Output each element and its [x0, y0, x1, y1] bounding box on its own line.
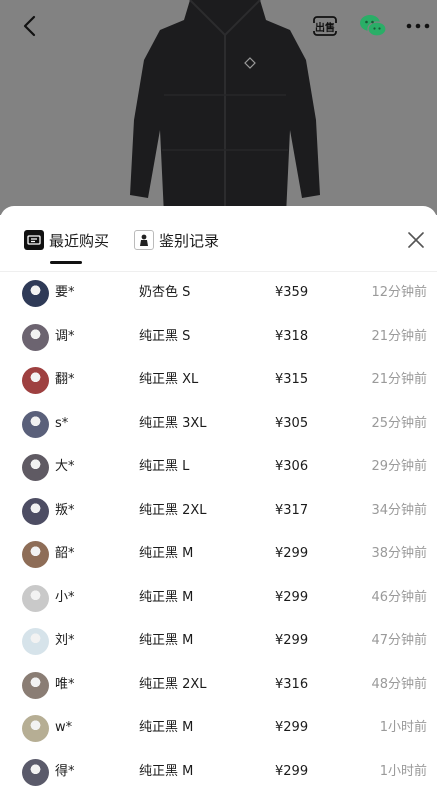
purchase-time: 1小时前 — [379, 720, 427, 735]
product-spec: 纯正黑 2XL — [139, 502, 207, 518]
purchase-records-sheet: 最近购买 鉴别记录 要* 奶杏色 S ¥359 12分钟前调* 纯正黑 S ¥318 21分… — [0, 206, 437, 800]
buyer-name: s* — [55, 415, 69, 431]
tab-recent-purchases[interactable]: 最近购买 — [24, 228, 109, 252]
sell-button[interactable]: 出售 — [307, 8, 343, 44]
purchase-time: 1小时前 — [379, 763, 427, 779]
product-spec: 纯正黑 3XL — [139, 415, 207, 431]
tab-authentication-records[interactable]: 鉴别记录 — [134, 228, 219, 252]
avatar[interactable] — [22, 628, 49, 655]
buyer-name: 刘* — [55, 633, 75, 648]
purchase-price: ¥299 — [275, 763, 309, 779]
purchase-record-row: 刘* 纯正黑 M ¥299 47分钟前 — [0, 620, 437, 664]
purchase-time: 46分钟前 — [371, 589, 427, 605]
product-image-area: 出售 — [0, 0, 437, 215]
purchase-price: ¥299 — [275, 546, 309, 561]
avatar[interactable] — [22, 323, 49, 351]
wechat-icon — [360, 15, 387, 37]
tab-label: 鉴别记录 — [159, 231, 220, 250]
purchase-record-row: w* 纯正黑 M ¥299 1小时前 — [0, 707, 437, 751]
buyer-name: 调* — [55, 328, 75, 344]
purchase-record-row: 大* 纯正黑 L ¥306 29分钟前 — [0, 446, 437, 490]
purchase-price: ¥306 — [275, 459, 309, 474]
buyer-name: 大* — [55, 459, 75, 474]
avatar[interactable] — [22, 584, 49, 612]
wechat-share-button[interactable] — [355, 8, 391, 44]
purchase-record-row: s* 纯正黑 3XL ¥305 25分钟前 — [0, 403, 437, 447]
avatar[interactable] — [22, 497, 49, 525]
purchase-time: 48分钟前 — [371, 676, 427, 692]
buyer-name: 翻* — [55, 372, 75, 387]
avatar[interactable] — [22, 671, 49, 699]
avatar[interactable] — [22, 541, 49, 568]
avatar[interactable] — [22, 454, 49, 481]
recent-purchase-icon — [24, 230, 44, 250]
tab-bar: 最近购买 鉴别记录 — [0, 206, 437, 272]
purchase-time: 34分钟前 — [371, 502, 427, 518]
purchase-record-row: 唯* 纯正黑 2XL ¥316 48分钟前 — [0, 664, 437, 708]
purchase-price: ¥318 — [275, 328, 309, 344]
purchase-time: 21分钟前 — [371, 328, 427, 344]
purchase-price: ¥359 — [275, 285, 309, 300]
buyer-name: 得* — [55, 763, 75, 779]
product-spec: 纯正黑 L — [139, 459, 190, 474]
purchase-price: ¥299 — [275, 589, 309, 605]
buyer-name: w* — [55, 720, 73, 735]
product-spec: 纯正黑 2XL — [139, 676, 207, 692]
purchase-time: 21分钟前 — [371, 372, 427, 387]
purchase-record-row: 叛* 纯正黑 2XL ¥317 34分钟前 — [0, 490, 437, 534]
close-button[interactable] — [404, 228, 428, 252]
tab-label: 最近购买 — [49, 231, 110, 250]
buyer-name: 韶* — [55, 546, 75, 561]
purchase-time: 29分钟前 — [371, 459, 427, 474]
product-spec: 纯正黑 S — [139, 328, 191, 344]
sell-icon: 出售 — [313, 16, 337, 36]
product-spec: 纯正黑 M — [139, 720, 194, 735]
purchase-price: ¥317 — [275, 502, 309, 518]
avatar[interactable] — [22, 758, 49, 786]
purchase-price: ¥315 — [275, 372, 309, 387]
product-spec: 纯正黑 M — [139, 589, 194, 605]
jacket-image — [130, 0, 320, 215]
purchase-time: 12分钟前 — [371, 285, 427, 300]
purchase-record-row: 调* 纯正黑 S ¥318 21分钟前 — [0, 316, 437, 360]
buyer-name: 小* — [55, 589, 75, 605]
svg-text:出售: 出售 — [315, 21, 335, 34]
more-button[interactable] — [402, 8, 434, 44]
buyer-name: 要* — [55, 285, 75, 300]
authentication-icon — [134, 230, 154, 250]
product-spec: 纯正黑 M — [139, 633, 194, 648]
avatar[interactable] — [22, 367, 49, 394]
more-icon — [406, 23, 430, 29]
purchase-record-list: 要* 奶杏色 S ¥359 12分钟前 调* 纯正黑 S ¥318 21分钟前 翻* 纯正黑 XL… — [0, 272, 437, 794]
buyer-name: 唯* — [55, 676, 75, 692]
purchase-price: ¥316 — [275, 676, 309, 692]
buyer-name: 叛* — [55, 502, 75, 518]
purchase-price: ¥299 — [275, 633, 309, 648]
purchase-record-row: 得* 纯正黑 M ¥299 1小时前 — [0, 751, 437, 795]
purchase-time: 38分钟前 — [371, 546, 427, 561]
back-button[interactable] — [12, 8, 48, 44]
product-spec: 纯正黑 M — [139, 546, 194, 561]
purchase-price: ¥305 — [275, 415, 309, 431]
purchase-record-row: 韶* 纯正黑 M ¥299 38分钟前 — [0, 533, 437, 577]
avatar[interactable] — [22, 280, 49, 307]
product-spec: 纯正黑 M — [139, 763, 194, 779]
purchase-record-row: 翻* 纯正黑 XL ¥315 21分钟前 — [0, 359, 437, 403]
active-tab-indicator — [50, 261, 82, 264]
purchase-record-row: 要* 奶杏色 S ¥359 12分钟前 — [0, 272, 437, 316]
product-spec: 纯正黑 XL — [139, 372, 199, 387]
chevron-left-icon — [23, 15, 36, 37]
avatar[interactable] — [22, 715, 49, 742]
purchase-price: ¥299 — [275, 720, 309, 735]
close-icon — [408, 232, 424, 248]
purchase-record-row: 小* 纯正黑 M ¥299 46分钟前 — [0, 577, 437, 621]
product-spec: 奶杏色 S — [139, 285, 191, 300]
purchase-time: 25分钟前 — [371, 415, 427, 431]
avatar[interactable] — [22, 410, 49, 438]
purchase-time: 47分钟前 — [371, 633, 427, 648]
